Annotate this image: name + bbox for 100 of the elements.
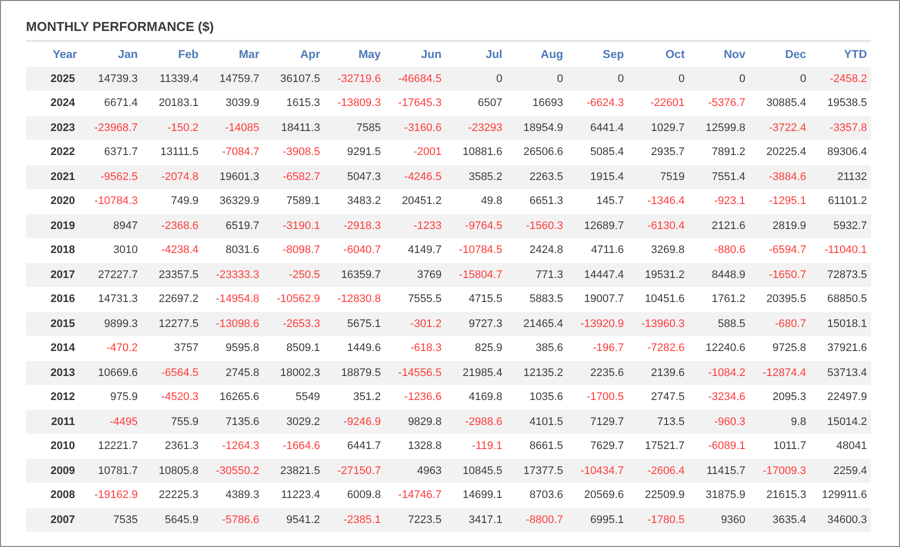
value-cell: 9595.8 bbox=[202, 336, 264, 360]
column-header: YTD bbox=[810, 42, 871, 67]
value-cell: 3585.2 bbox=[446, 164, 506, 189]
value-cell: 36107.5 bbox=[263, 67, 324, 91]
value-cell: 20451.2 bbox=[384, 189, 446, 214]
value-cell: -7084.7 bbox=[202, 140, 264, 164]
value-cell: -2385.1 bbox=[324, 508, 385, 532]
value-cell: 4149.7 bbox=[384, 238, 446, 262]
value-cell: 2935.7 bbox=[628, 140, 689, 164]
value-cell: -14556.5 bbox=[384, 360, 446, 385]
value-cell: -14085 bbox=[202, 116, 264, 140]
value-cell: 145.7 bbox=[567, 189, 628, 214]
value-cell: 8703.6 bbox=[506, 483, 568, 508]
value-cell: 19601.3 bbox=[202, 164, 264, 189]
value-cell: -119.1 bbox=[446, 434, 506, 458]
value-cell: 10845.5 bbox=[446, 458, 506, 483]
value-cell: 89306.4 bbox=[810, 140, 871, 164]
value-cell: 2259.4 bbox=[810, 458, 871, 483]
value-cell: -923.1 bbox=[688, 189, 750, 214]
value-cell: 17377.5 bbox=[506, 458, 568, 483]
value-cell: 31875.9 bbox=[688, 483, 750, 508]
column-header: Dec bbox=[749, 42, 810, 67]
value-cell: 19538.5 bbox=[810, 91, 871, 116]
value-cell: -1560.3 bbox=[506, 214, 568, 238]
value-cell: 10881.6 bbox=[446, 140, 506, 164]
value-cell: 14731.3 bbox=[81, 287, 142, 312]
value-cell: 68850.5 bbox=[810, 287, 871, 312]
value-cell: 5883.5 bbox=[506, 287, 568, 312]
value-cell: 16265.6 bbox=[202, 385, 264, 410]
value-cell: 7519 bbox=[628, 164, 689, 189]
value-cell: 22509.9 bbox=[628, 483, 689, 508]
value-cell: 975.9 bbox=[81, 385, 142, 410]
year-cell: 2021 bbox=[26, 164, 81, 189]
value-cell: 30885.4 bbox=[749, 91, 810, 116]
value-cell: 1761.2 bbox=[688, 287, 750, 312]
value-cell: 21465.4 bbox=[506, 312, 568, 336]
value-cell: 49.8 bbox=[446, 189, 506, 214]
year-cell: 2019 bbox=[26, 214, 81, 238]
column-header: Jun bbox=[384, 42, 446, 67]
value-cell: -8098.7 bbox=[263, 238, 324, 262]
value-cell: 0 bbox=[506, 67, 568, 91]
value-cell: -12830.8 bbox=[324, 287, 385, 312]
value-cell: 6371.7 bbox=[81, 140, 142, 164]
value-cell: 19531.2 bbox=[628, 262, 689, 287]
value-cell: 3635.4 bbox=[749, 508, 810, 532]
value-cell: -1295.1 bbox=[749, 189, 810, 214]
value-cell: -1346.4 bbox=[628, 189, 689, 214]
value-cell: 20569.6 bbox=[567, 483, 628, 508]
value-cell: -3357.8 bbox=[810, 116, 871, 140]
value-cell: -10784.3 bbox=[81, 189, 142, 214]
value-cell: -1236.6 bbox=[384, 385, 446, 410]
value-cell: 18954.9 bbox=[506, 116, 568, 140]
value-cell: 0 bbox=[749, 67, 810, 91]
value-cell: -10434.7 bbox=[567, 458, 628, 483]
value-cell: 8947 bbox=[81, 214, 142, 238]
column-header: Sep bbox=[567, 42, 628, 67]
value-cell: -880.6 bbox=[688, 238, 750, 262]
value-cell: 21985.4 bbox=[446, 360, 506, 385]
value-cell: -2653.3 bbox=[263, 312, 324, 336]
year-cell: 2011 bbox=[26, 410, 81, 434]
value-cell: 2745.8 bbox=[202, 360, 264, 385]
value-cell: 22497.9 bbox=[810, 385, 871, 410]
value-cell: 6671.4 bbox=[81, 91, 142, 116]
value-cell: 9829.8 bbox=[384, 410, 446, 434]
value-cell: 23821.5 bbox=[263, 458, 324, 483]
value-cell: -2368.6 bbox=[142, 214, 203, 238]
value-cell: 34600.3 bbox=[810, 508, 871, 532]
value-cell: 9360 bbox=[688, 508, 750, 532]
value-cell: -6089.1 bbox=[688, 434, 750, 458]
value-cell: 713.5 bbox=[628, 410, 689, 434]
value-cell: 749.9 bbox=[142, 189, 203, 214]
value-cell: -1650.7 bbox=[749, 262, 810, 287]
value-cell: -30550.2 bbox=[202, 458, 264, 483]
value-cell: -680.7 bbox=[749, 312, 810, 336]
value-cell: 755.9 bbox=[142, 410, 203, 434]
value-cell: -196.7 bbox=[567, 336, 628, 360]
value-cell: 5645.9 bbox=[142, 508, 203, 532]
value-cell: 36329.9 bbox=[202, 189, 264, 214]
value-cell: 3757 bbox=[142, 336, 203, 360]
value-cell: -4246.5 bbox=[384, 164, 446, 189]
value-cell: 2121.6 bbox=[688, 214, 750, 238]
value-cell: 12599.8 bbox=[688, 116, 750, 140]
value-cell: 12689.7 bbox=[567, 214, 628, 238]
value-cell: -2918.3 bbox=[324, 214, 385, 238]
value-cell: 20225.4 bbox=[749, 140, 810, 164]
value-cell: -1664.6 bbox=[263, 434, 324, 458]
value-cell: -17009.3 bbox=[749, 458, 810, 483]
value-cell: -2988.6 bbox=[446, 410, 506, 434]
value-cell: -6564.5 bbox=[142, 360, 203, 385]
value-cell: 11415.7 bbox=[688, 458, 750, 483]
value-cell: 12135.2 bbox=[506, 360, 568, 385]
value-cell: -3908.5 bbox=[263, 140, 324, 164]
value-cell: 7129.7 bbox=[567, 410, 628, 434]
value-cell: 2747.5 bbox=[628, 385, 689, 410]
value-cell: 18411.3 bbox=[263, 116, 324, 140]
value-cell: -2074.8 bbox=[142, 164, 203, 189]
column-header: Nov bbox=[688, 42, 750, 67]
value-cell: -1700.5 bbox=[567, 385, 628, 410]
value-cell: -150.2 bbox=[142, 116, 203, 140]
value-cell: 7585 bbox=[324, 116, 385, 140]
